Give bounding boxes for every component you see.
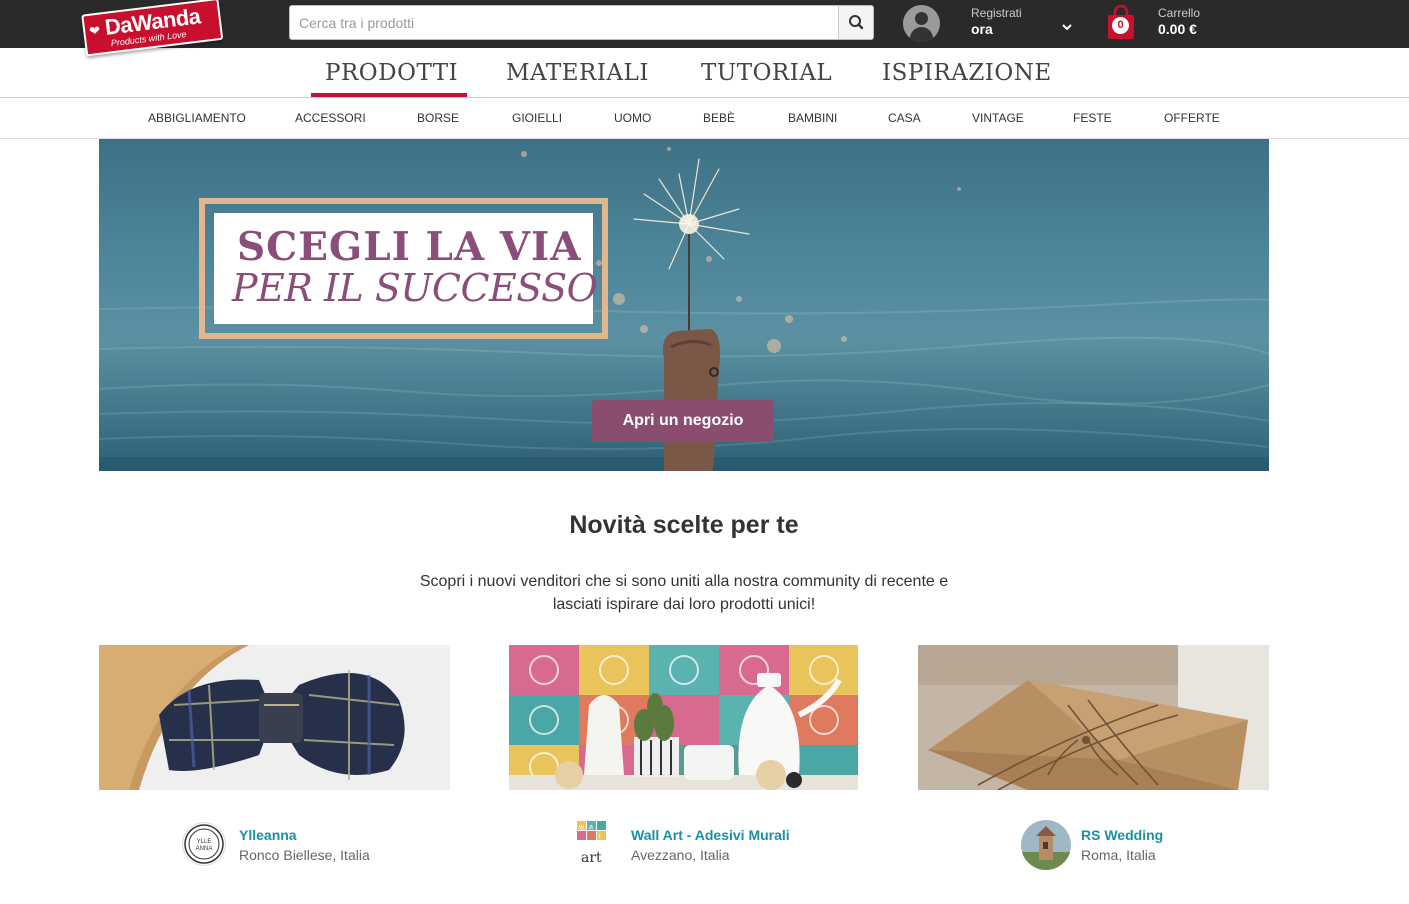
category-vintage[interactable]: VINTAGE <box>972 111 1024 125</box>
category-casa[interactable]: CASA <box>888 111 921 125</box>
shop-location-wall-art: Avezzano, Italia <box>631 847 730 863</box>
category-feste[interactable]: FESTE <box>1073 111 1112 125</box>
chevron-down-icon[interactable] <box>1060 20 1074 34</box>
cart-count-badge: 0 <box>1112 17 1129 34</box>
envelope-image <box>918 645 1269 790</box>
ylleanna-avatar[interactable]: YLLE ANNA <box>182 822 226 866</box>
shop-location-rs-wedding: Roma, Italia <box>1081 847 1156 863</box>
ylleanna-avatar-text-2: ANNA <box>196 846 213 852</box>
wall-art-avatar[interactable]: w a l art <box>575 820 615 866</box>
open-shop-button[interactable]: Apri un negozio <box>592 400 774 442</box>
category-nav: ABBIGLIAMENTO ACCESSORI BORSE GIOIELLI U… <box>0 98 1409 139</box>
search-icon <box>849 15 864 30</box>
section-title: Novità scelte per te <box>569 511 799 539</box>
tab-materiali[interactable]: MATERIALI <box>506 60 649 86</box>
active-tab-indicator <box>311 93 467 97</box>
register-now-link[interactable]: ora <box>971 21 993 37</box>
category-bebe[interactable]: BEBÈ <box>703 111 735 125</box>
search-button[interactable] <box>838 6 873 39</box>
section-description: Scopri i nuovi venditori che si sono uni… <box>0 570 1368 616</box>
cart-total[interactable]: 0.00 € <box>1158 21 1197 37</box>
tab-ispirazione[interactable]: ISPIRAZIONE <box>882 60 1052 86</box>
category-offerte[interactable]: OFFERTE <box>1164 111 1220 125</box>
category-accessori[interactable]: ACCESSORI <box>295 111 366 125</box>
shop-name-wall-art[interactable]: Wall Art - Adesivi Murali <box>631 827 790 843</box>
ylleanna-avatar-text: YLLE <box>197 839 212 845</box>
svg-text:w: w <box>578 824 585 831</box>
shop-name-ylleanna[interactable]: Ylleanna <box>239 827 297 843</box>
category-bambini[interactable]: BAMBINI <box>788 111 837 125</box>
shop-image-ylleanna[interactable] <box>99 645 450 790</box>
shop-image-rs-wedding[interactable] <box>918 645 1269 790</box>
register-label[interactable]: Registrati <box>971 6 1022 20</box>
category-borse[interactable]: BORSE <box>417 111 459 125</box>
tab-prodotti[interactable]: PRODOTTI <box>325 60 458 86</box>
hero-headline: SCEGLI LA VIA <box>237 224 582 270</box>
category-gioielli[interactable]: GIOIELLI <box>512 111 562 125</box>
rs-wedding-avatar[interactable] <box>1021 820 1071 870</box>
hero-subheadline: PER IL SUCCESSO <box>232 266 598 310</box>
hero-banner[interactable]: SCEGLI LA VIA PER IL SUCCESSO Apri un ne… <box>99 139 1269 471</box>
shop-name-rs-wedding[interactable]: RS Wedding <box>1081 827 1163 843</box>
bow-tie-image <box>99 645 450 790</box>
svg-text:art: art <box>581 850 602 866</box>
heart-icon: ❤ <box>88 22 102 39</box>
user-avatar-icon[interactable] <box>903 5 940 42</box>
tab-tutorial[interactable]: TUTORIAL <box>701 60 832 86</box>
tiles-decor-image <box>509 645 858 790</box>
section-description-line-1: Scopri i nuovi venditori che si sono uni… <box>419 573 949 590</box>
shop-location-ylleanna: Ronco Biellese, Italia <box>239 847 370 863</box>
section-description-line-2: lasciati ispirare dai loro prodotti unic… <box>552 596 816 613</box>
shop-image-wall-art[interactable] <box>509 645 858 790</box>
svg-text:a: a <box>589 824 593 831</box>
category-uomo[interactable]: UOMO <box>614 111 651 125</box>
cart-label[interactable]: Carrello <box>1158 6 1200 20</box>
main-nav: PRODOTTI MATERIALI TUTORIAL ISPIRAZIONE <box>0 48 1409 98</box>
search-bar <box>289 5 874 40</box>
search-input[interactable] <box>290 6 838 39</box>
category-abbigliamento[interactable]: ABBIGLIAMENTO <box>148 111 246 125</box>
